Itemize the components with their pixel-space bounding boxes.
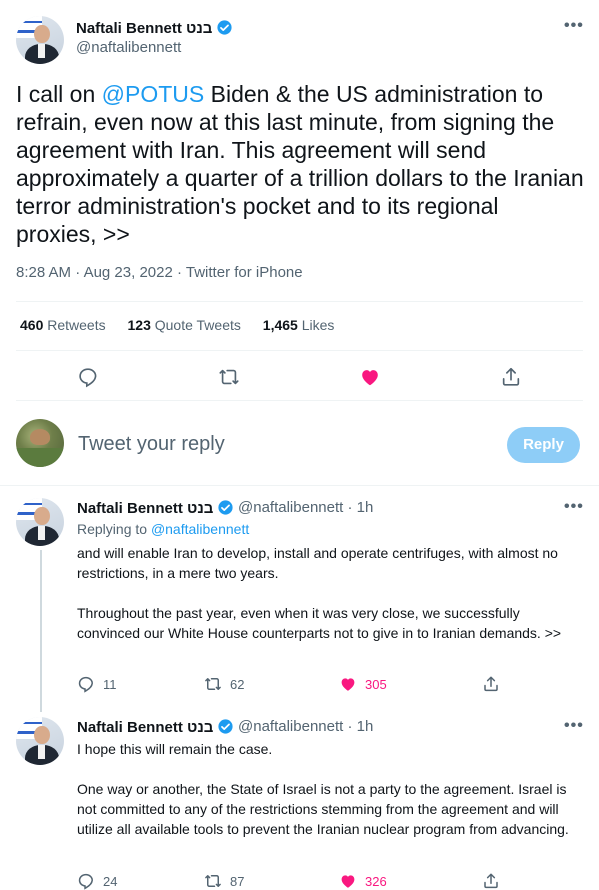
retweet-button[interactable]: 62 [204, 675, 244, 693]
reply-paragraph: I hope this will remain the case. [77, 741, 273, 757]
reply-button[interactable]: 11 [77, 675, 117, 693]
reply-count: 24 [103, 873, 118, 889]
mention-link[interactable]: @POTUS [102, 81, 205, 107]
retweet-button[interactable] [218, 366, 240, 388]
likes-stat[interactable]: 1,465 Likes [263, 317, 335, 333]
tweet-stats: 460 Retweets 123 Quote Tweets 1,465 Like… [20, 317, 352, 333]
reply-icon [78, 873, 93, 890]
retweet-count: 87 [230, 873, 245, 889]
divider [16, 301, 583, 302]
like-count: 305 [365, 676, 387, 692]
author-name-text[interactable]: Naftali Bennett בנט [77, 719, 213, 736]
tweet-time[interactable]: 8:28 AM [16, 264, 71, 281]
author-name[interactable]: Naftali Bennett בנט [77, 499, 234, 517]
reply-paragraph: One way or another, the State of Israel … [77, 781, 569, 837]
more-icon[interactable]: ••• [564, 17, 584, 35]
share-button[interactable] [482, 675, 500, 693]
share-button[interactable] [482, 872, 500, 890]
author-name-text[interactable]: Naftali Bennett בנט [77, 500, 213, 517]
author-handle[interactable]: @naftalibennett [238, 499, 343, 516]
author-handle[interactable]: @naftalibennett [238, 718, 343, 735]
reply-button[interactable]: 24 [77, 872, 117, 890]
author-handle-line: @naftalibennett · 1h [238, 718, 374, 735]
like-button[interactable]: 305 [339, 675, 387, 693]
author-handle-line: @naftalibennett · 1h [238, 499, 374, 516]
like-icon [341, 875, 355, 888]
retweet-icon [205, 678, 221, 690]
reply-paragraph: and will enable Iran to develop, install… [77, 545, 558, 581]
author-avatar[interactable] [16, 498, 64, 546]
author-avatar[interactable] [16, 16, 64, 64]
like-count: 326 [365, 873, 387, 889]
more-icon[interactable]: ••• [564, 717, 584, 735]
reply-count: 11 [103, 676, 117, 692]
tweet-date[interactable]: Aug 23, 2022 [84, 264, 173, 281]
like-button[interactable]: 326 [339, 872, 387, 890]
reply-submit-button[interactable]: Reply [507, 427, 580, 463]
retweet-icon [219, 369, 239, 385]
share-icon [484, 873, 498, 889]
share-icon [484, 676, 498, 692]
divider [16, 400, 583, 401]
retweet-button[interactable]: 87 [204, 872, 244, 890]
thread-connector [40, 550, 42, 712]
verified-icon [217, 20, 232, 35]
reply-icon [78, 676, 93, 693]
retweet-icon [205, 875, 221, 887]
verified-icon [218, 719, 233, 734]
user-avatar[interactable] [16, 419, 64, 467]
author-name-text[interactable]: Naftali Bennett בנט [76, 20, 212, 37]
tweet-time-ago[interactable]: 1h [357, 718, 374, 735]
replying-to: Replying to @naftalibennett [77, 521, 250, 537]
reply-icon [79, 368, 97, 388]
author-avatar[interactable] [16, 717, 64, 765]
tweet-text: I call on @POTUS Biden & the US administ… [16, 80, 584, 248]
reply-text: and will enable Iran to develop, install… [77, 543, 582, 663]
like-button[interactable] [359, 366, 381, 388]
author-name[interactable]: Naftali Bennett בנט [76, 19, 233, 37]
tweet-meta: 8:28 AM · Aug 23, 2022 · Twitter for iPh… [16, 264, 303, 281]
author-name[interactable]: Naftali Bennett בנט [77, 718, 234, 736]
quotes-stat[interactable]: 123 Quote Tweets [128, 317, 241, 333]
more-icon[interactable]: ••• [564, 498, 584, 516]
retweet-count: 62 [230, 676, 245, 692]
tweet-text-start: I call on [16, 81, 102, 107]
like-icon [341, 678, 355, 691]
divider [16, 350, 583, 351]
reply-text: I hope this will remain the case. One wa… [77, 739, 582, 859]
tweet-source[interactable]: Twitter for iPhone [186, 264, 303, 281]
share-button[interactable] [500, 366, 522, 388]
reply-input[interactable]: Tweet your reply [78, 433, 225, 456]
mention-link[interactable]: @naftalibennett [151, 521, 249, 537]
divider [0, 485, 599, 486]
reply-paragraph: Throughout the past year, even when it w… [77, 605, 562, 641]
verified-icon [218, 500, 233, 515]
reply-button[interactable] [77, 366, 99, 388]
share-icon [502, 367, 520, 386]
retweets-stat[interactable]: 460 Retweets [20, 317, 106, 333]
like-icon [362, 370, 378, 386]
tweet-time-ago[interactable]: 1h [357, 499, 374, 516]
author-handle[interactable]: @naftalibennett [76, 39, 181, 56]
